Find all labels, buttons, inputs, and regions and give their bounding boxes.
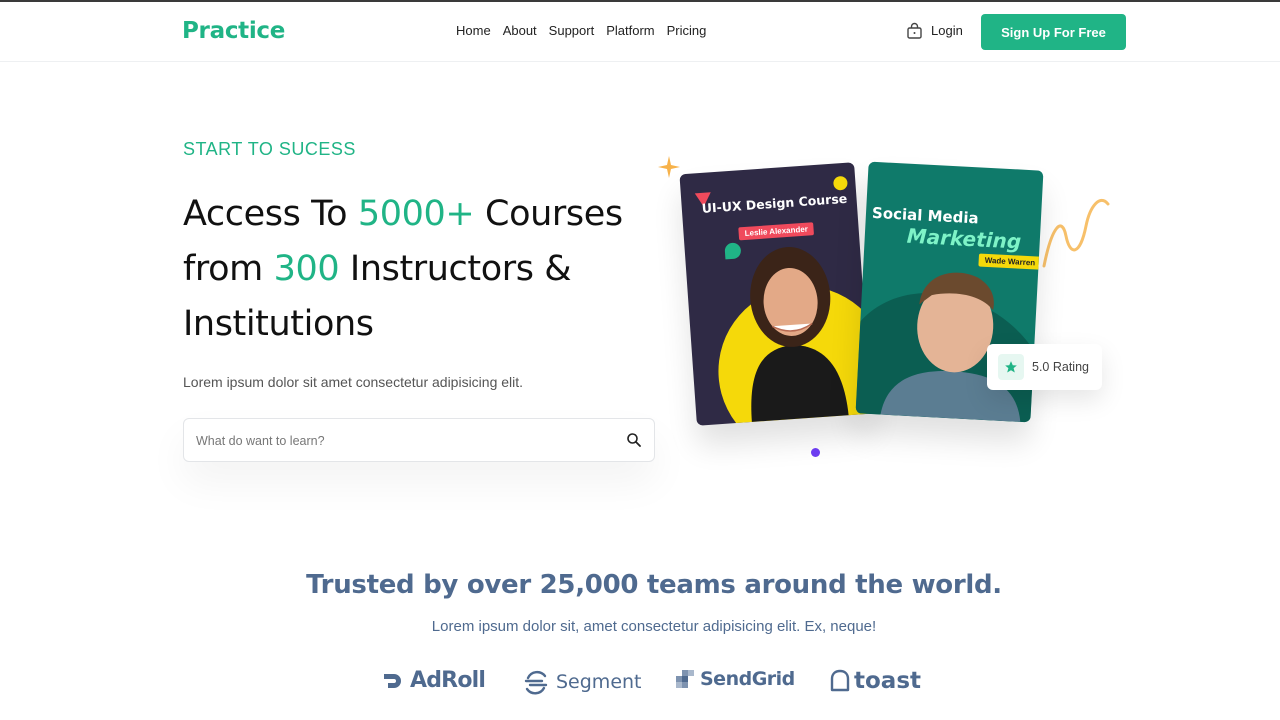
sendgrid-icon: [676, 670, 694, 688]
main-nav: Home About Support Platform Pricing: [456, 23, 706, 38]
headline-accent-courses: 5000+: [357, 194, 475, 234]
trusted-title: Trusted by over 25,000 teams around the …: [306, 570, 1002, 600]
hero-subtext: Lorem ipsum dolor sit amet consectetur a…: [183, 374, 524, 390]
login-link[interactable]: Login: [906, 22, 963, 39]
hero-eyebrow: START TO SUCESS: [183, 139, 356, 159]
search-input[interactable]: [196, 431, 616, 451]
segment-label: Segment: [556, 671, 642, 693]
logo[interactable]: Practice: [182, 18, 285, 44]
toast-icon: [830, 669, 850, 692]
sparkle-icon: [658, 156, 680, 178]
headline-part1: Access To: [183, 194, 358, 234]
trusted-subtitle: Lorem ipsum dolor sit, amet consectetur …: [431, 618, 877, 635]
login-label: Login: [931, 23, 963, 38]
rating-badge: 5.0 Rating: [987, 344, 1102, 390]
star-icon: [1005, 361, 1017, 373]
nav-home[interactable]: Home: [456, 23, 491, 38]
logo-toast: toast: [828, 668, 921, 694]
squiggle-decoration: [1042, 198, 1110, 268]
site-header: Practice Home About Support Platform Pri…: [0, 2, 1280, 62]
nav-pricing[interactable]: Pricing: [667, 23, 707, 38]
nav-platform[interactable]: Platform: [606, 23, 654, 38]
logo-segment: Segment: [522, 668, 642, 696]
rating-star-box: [998, 354, 1024, 380]
course-card-uiux[interactable]: UI-UX Design Course Leslie Alexander: [679, 162, 872, 426]
logo-sendgrid: SendGrid: [676, 668, 795, 690]
rating-label: 5.0 Rating: [1032, 360, 1089, 374]
nav-about[interactable]: About: [503, 23, 537, 38]
logo-adroll: AdRoll: [382, 668, 486, 693]
search-bar: [183, 418, 655, 462]
hero-headline: Access To 5000+ Courses from 300 Instruc…: [183, 187, 653, 352]
sendgrid-label: SendGrid: [700, 668, 795, 690]
segment-icon: [524, 671, 548, 695]
adroll-label: AdRoll: [410, 668, 486, 693]
carousel-dot[interactable]: [811, 448, 820, 457]
adroll-icon: [384, 673, 401, 688]
headline-accent-instructors: 300: [273, 249, 340, 289]
signup-button[interactable]: Sign Up For Free: [981, 14, 1126, 50]
lock-icon: [907, 22, 922, 39]
nav-support[interactable]: Support: [549, 23, 595, 38]
search-icon[interactable]: [626, 432, 642, 448]
toast-label: toast: [854, 668, 922, 694]
